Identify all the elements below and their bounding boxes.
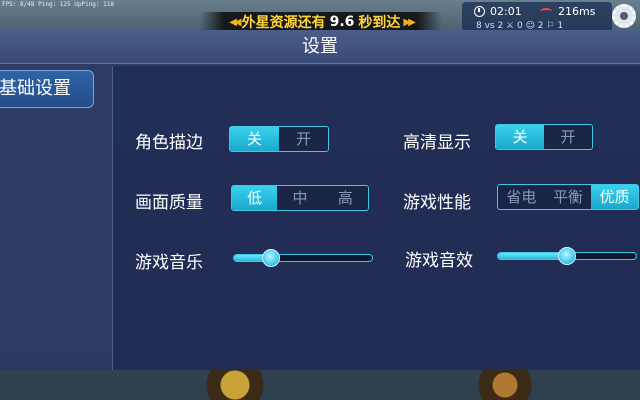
banner-suffix: 秒到达	[358, 15, 401, 31]
sfx-slider-fill	[498, 253, 567, 259]
ping-value: 216ms	[558, 5, 596, 18]
debug-stats-text: FPS: 8/48 Ping: 125 UpPing: 118	[2, 1, 114, 8]
gear-icon[interactable]	[612, 4, 636, 28]
sfx-slider-knob[interactable]	[558, 247, 576, 265]
outline-toggle: 关 开	[229, 126, 329, 152]
hd-option-off[interactable]: 关	[496, 125, 544, 149]
banner-prefix: 外星资源还有	[241, 15, 326, 31]
performance-option-quality[interactable]: 优质	[591, 185, 639, 209]
clock-icon	[474, 6, 485, 17]
performance-label: 游戏性能	[403, 193, 471, 213]
tab-basic-settings[interactable]: 基础设置	[0, 70, 94, 108]
outline-label: 角色描边	[135, 133, 203, 153]
quality-option-low[interactable]: 低	[232, 186, 278, 210]
outline-option-off[interactable]: 关	[230, 127, 279, 151]
hd-option-on[interactable]: 开	[544, 125, 592, 149]
match-time: 02:01	[490, 5, 522, 18]
performance-option-balanced[interactable]: 平衡	[545, 185, 592, 209]
wifi-icon	[540, 8, 552, 16]
settings-panel: 设置 基础设置 角色描边 关 开 高清显示 关 开 画面质量 低 中 高 游戏性…	[0, 30, 640, 370]
event-banner: ◀◀ 外星资源还有 9.6 秒到达 ▶▶	[200, 12, 442, 32]
settings-content: 角色描边 关 开 高清显示 关 开 画面质量 低 中 高 游戏性能 省电 平衡 …	[112, 66, 640, 370]
music-slider[interactable]	[233, 249, 373, 267]
status-box: 02:01 216ms 8 vs 2 ⚔ 0 ☺ 2 ⚐ 1	[462, 2, 612, 32]
sfx-slider[interactable]	[497, 247, 637, 265]
panel-title: 设置	[0, 30, 640, 64]
music-slider-knob[interactable]	[262, 249, 281, 267]
outline-option-on[interactable]: 开	[279, 127, 328, 151]
hd-display-label: 高清显示	[403, 133, 471, 153]
performance-option-saving[interactable]: 省电	[498, 185, 545, 209]
music-label: 游戏音乐	[135, 253, 203, 273]
banner-left-arrows-icon: ◀◀	[229, 16, 242, 28]
banner-countdown: 9.6	[329, 14, 355, 30]
hd-display-toggle: 关 开	[495, 124, 593, 150]
quality-toggle: 低 中 高	[231, 185, 369, 211]
banner-right-arrows-icon: ▶▶	[403, 16, 416, 28]
quality-option-mid[interactable]: 中	[277, 186, 322, 210]
performance-toggle: 省电 平衡 优质	[497, 184, 639, 210]
quality-label: 画面质量	[135, 193, 203, 213]
sfx-label: 游戏音效	[405, 251, 473, 271]
quality-option-high[interactable]: 高	[323, 186, 368, 210]
